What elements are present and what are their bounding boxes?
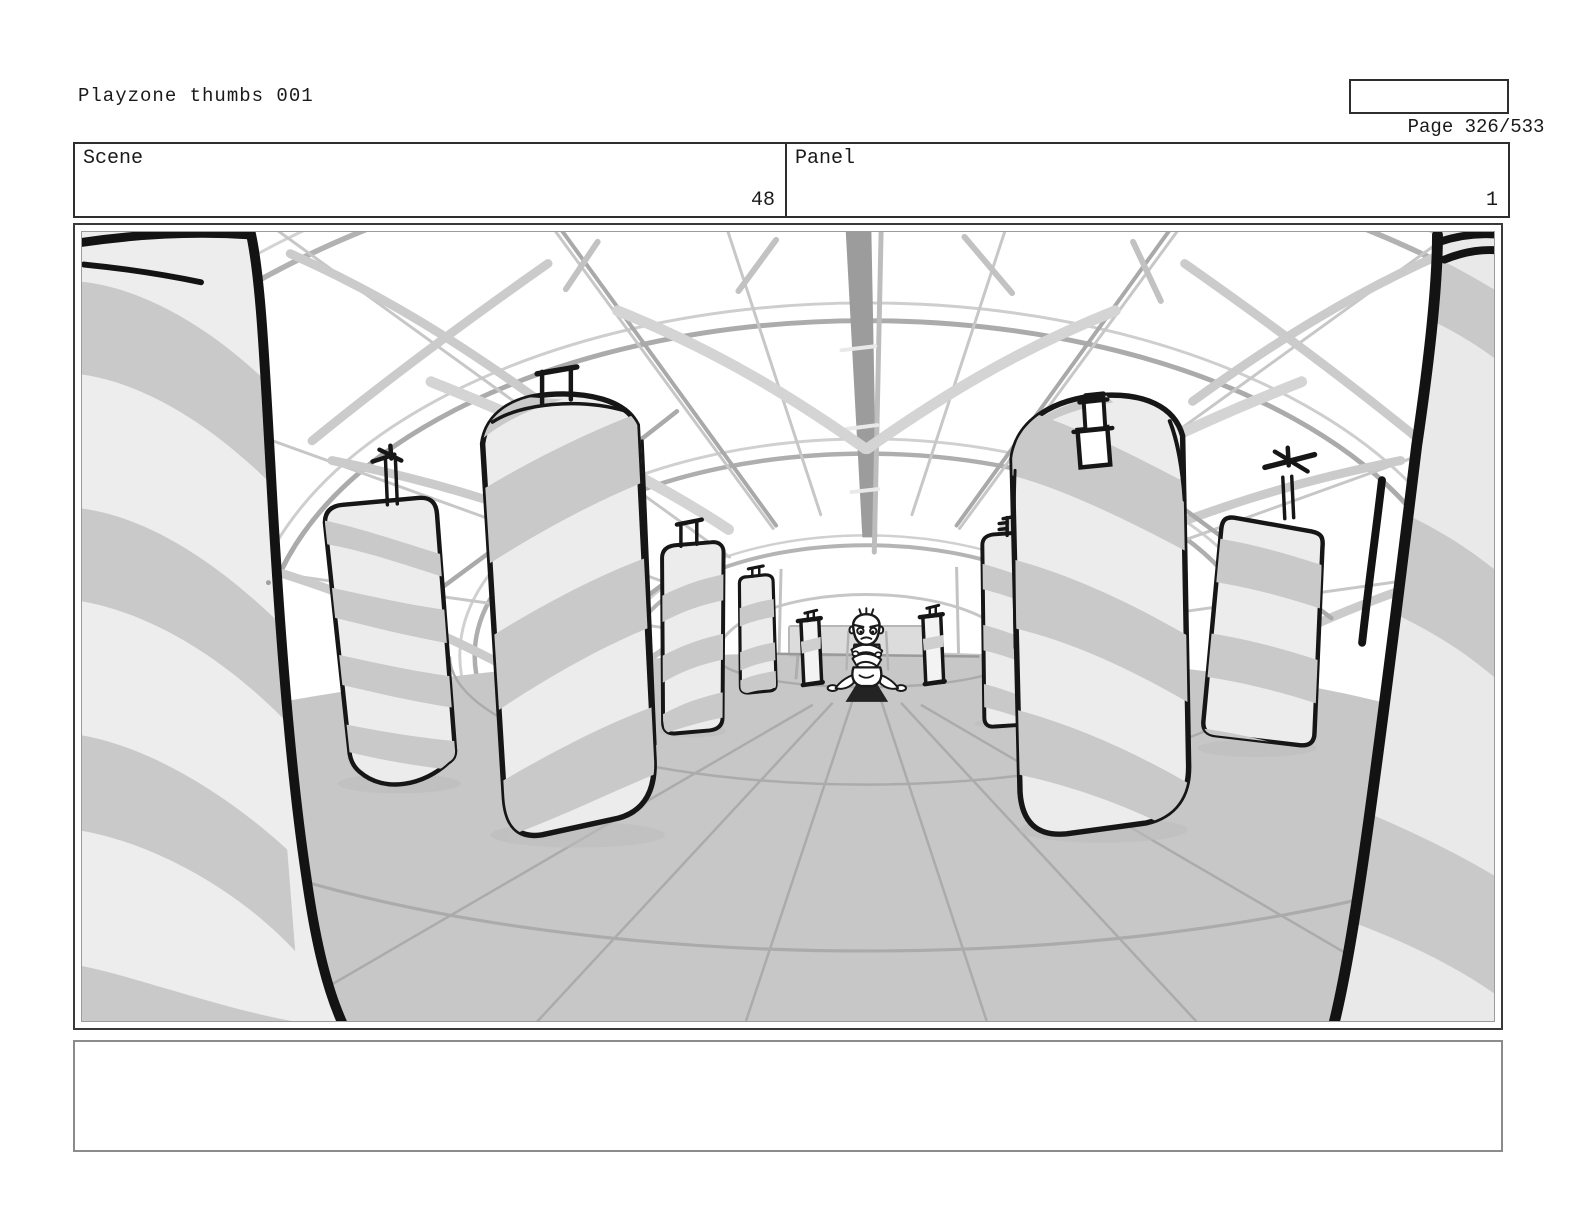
panel-value: 1 [1485,189,1498,212]
scene-label: Scene [83,147,144,170]
bop-bag-right-large [1009,391,1192,837]
storyboard-drawing [82,232,1494,1021]
panel-cell: Panel 1 [787,144,1508,216]
bop-bag-small-left1 [660,517,726,736]
scene-panel-table: Scene 48 Panel 1 [73,142,1510,218]
valve-t-handle [370,443,404,464]
bop-bag-foreground-left [82,232,347,1021]
page-number-box: Page 326/533 [1349,79,1544,138]
panel-label: Panel [795,147,856,170]
notes-box [73,1040,1503,1152]
storyboard-panel [81,231,1495,1022]
page-number-label: Page 326/533 [1407,116,1545,138]
valve-stem [383,455,400,507]
bop-bag-small-left2 [737,564,778,695]
bop-bag-distant-left [795,608,825,688]
bop-bag-left-large [479,364,657,839]
storyboard-sheet: Playzone thumbs 001 Page 326/533 Scene 4… [0,0,1584,1224]
scene-value: 48 [750,189,775,212]
storyboard-panel-frame [73,223,1503,1030]
page-title: Playzone thumbs 001 [78,85,314,107]
scene-cell: Scene 48 [75,144,787,216]
bop-bag-distant-right [917,603,947,687]
valve-stem [1281,474,1296,521]
bop-bag-foreground-right [1328,232,1494,1021]
